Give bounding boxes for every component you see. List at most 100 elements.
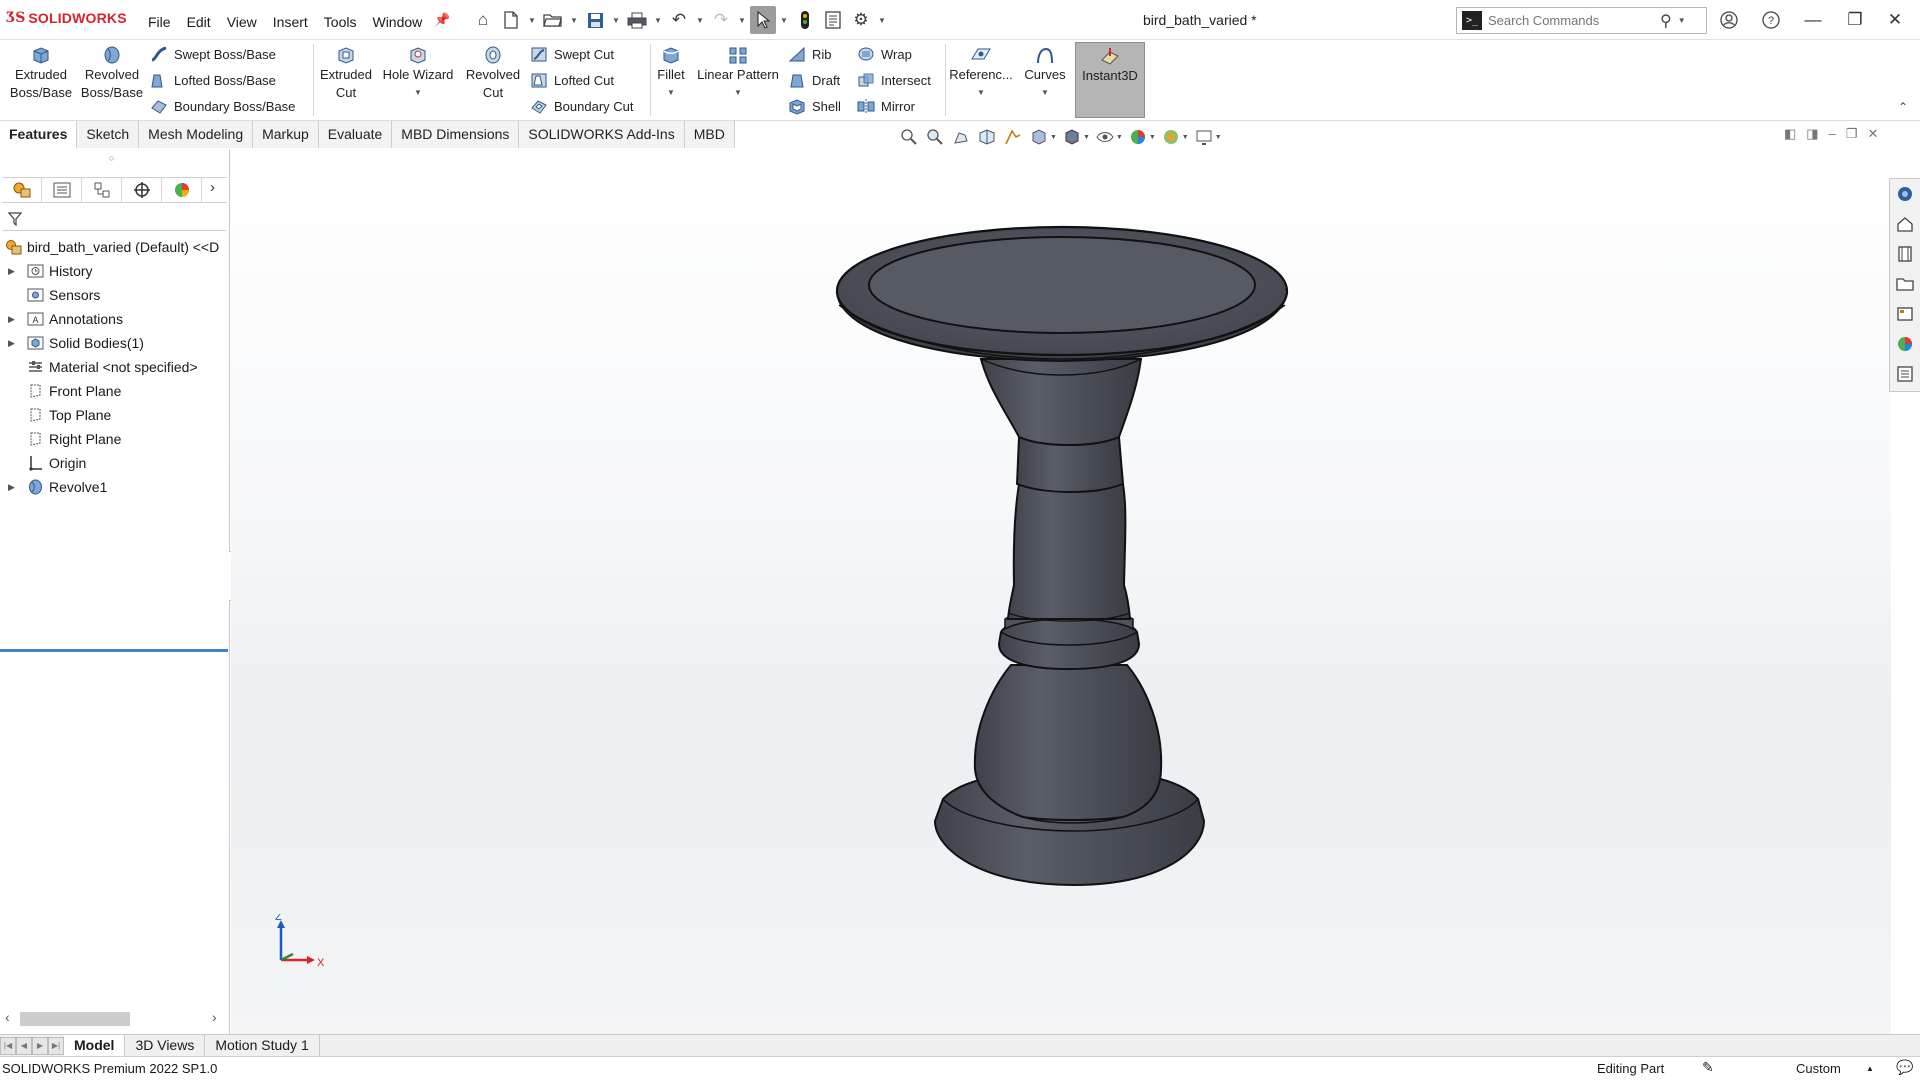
open-folder-icon[interactable] [540, 6, 566, 34]
first-tab-nav-icon[interactable]: |◀ [0, 1036, 16, 1055]
tab-evaluate[interactable]: Evaluate [318, 121, 393, 148]
menu-window[interactable]: Window [364, 0, 430, 40]
tree-item-sensors[interactable]: Sensors [0, 283, 228, 307]
expand-arrow-icon[interactable]: ▶ [8, 259, 15, 283]
tab-features[interactable]: Features [0, 121, 78, 148]
viewport-minimize-icon[interactable]: – [1829, 126, 1836, 142]
zoom-to-fit-icon[interactable] [898, 127, 920, 147]
view-orientation-dropdown-icon[interactable]: ▼ [1050, 134, 1057, 141]
mirror-button[interactable]: Mirror [857, 95, 915, 117]
lofted-boss-button[interactable]: Lofted Boss/Base [150, 69, 276, 91]
tree-item-solid-bodies[interactable]: ▶ Solid Bodies(1) [0, 331, 228, 355]
display-style-icon[interactable] [1061, 127, 1083, 147]
tab-solidworks-add-ins[interactable]: SOLIDWORKS Add-Ins [519, 121, 685, 148]
fillet-dropdown-icon[interactable]: ▼ [653, 84, 689, 102]
pin-menu-icon[interactable]: 📌 [434, 0, 450, 40]
print-icon[interactable] [624, 6, 650, 34]
search-commands-input[interactable] [1488, 13, 1658, 28]
menu-tools[interactable]: Tools [316, 0, 365, 40]
tab-model[interactable]: Model [64, 1035, 126, 1056]
undo-dropdown-icon[interactable]: ▼ [694, 16, 706, 25]
view-orientation-icon[interactable] [1028, 127, 1050, 147]
expand-arrow-icon[interactable]: ▶ [8, 475, 15, 499]
restore-window-icon[interactable]: ❐ [1838, 6, 1872, 34]
configuration-manager-tab[interactable] [82, 178, 122, 202]
tree-item-right-plane[interactable]: Right Plane [0, 427, 228, 451]
instant3d-button[interactable]: Instant3D [1075, 42, 1145, 118]
save-icon[interactable] [582, 6, 608, 34]
tab-mbd[interactable]: MBD [684, 121, 735, 148]
horizontal-scrollbar[interactable]: ‹ › [0, 1009, 228, 1029]
apply-scene-icon[interactable] [1160, 127, 1182, 147]
new-document-icon[interactable] [498, 6, 524, 34]
viewport-restore-icon[interactable]: ❐ [1846, 126, 1858, 142]
dim-xpert-manager-tab[interactable] [122, 178, 162, 202]
units-dropdown-icon[interactable]: ▲ [1866, 1064, 1874, 1073]
extruded-cut-button[interactable]: Extruded Cut [316, 43, 376, 102]
more-tabs-chevron-icon[interactable]: › [210, 179, 215, 196]
print-dropdown-icon[interactable]: ▼ [652, 16, 664, 25]
tree-root-part[interactable]: bird_bath_varied (Default) <<D [0, 235, 228, 259]
boundary-boss-button[interactable]: Boundary Boss/Base [150, 95, 295, 117]
extruded-boss-button[interactable]: Extruded Boss/Base [8, 43, 74, 102]
solidworks-resources-icon[interactable] [1890, 179, 1920, 209]
tree-item-top-plane[interactable]: Top Plane [0, 403, 228, 427]
boundary-cut-button[interactable]: Boundary Cut [530, 95, 634, 117]
tree-item-revolve1[interactable]: ▶ Revolve1 [0, 475, 228, 499]
last-tab-nav-icon[interactable]: ▶| [48, 1036, 64, 1055]
tab-markup[interactable]: Markup [253, 121, 319, 148]
new-dropdown-icon[interactable]: ▼ [526, 16, 538, 25]
rollback-bar[interactable] [0, 649, 228, 652]
split-view-left-icon[interactable]: ◧ [1784, 126, 1796, 142]
hide-show-items-icon[interactable] [1094, 127, 1116, 147]
property-manager-tab[interactable] [42, 178, 82, 202]
user-account-icon[interactable] [1712, 6, 1746, 34]
tree-item-history[interactable]: ▶ History [0, 259, 228, 283]
menu-file[interactable]: File [140, 0, 179, 40]
help-icon[interactable]: ? [1754, 6, 1788, 34]
file-explorer-icon[interactable] [1890, 269, 1920, 299]
view-settings-dropdown-icon[interactable]: ▼ [1215, 134, 1222, 141]
menu-view[interactable]: View [219, 0, 265, 40]
search-icon[interactable]: ⚲ [1660, 11, 1672, 31]
search-commands-box[interactable]: >_ ⚲ ▼ [1456, 7, 1707, 34]
options-dropdown-icon[interactable]: ▼ [876, 16, 888, 25]
zoom-to-area-icon[interactable] [924, 127, 946, 147]
home-task-pane-icon[interactable] [1890, 209, 1920, 239]
dynamic-annotation-icon[interactable] [1002, 127, 1024, 147]
tree-item-front-plane[interactable]: Front Plane [0, 379, 228, 403]
lofted-cut-button[interactable]: Lofted Cut [530, 69, 614, 91]
feature-manager-tree-tab[interactable] [2, 178, 42, 202]
close-window-icon[interactable]: ✕ [1878, 6, 1912, 34]
wrap-button[interactable]: Wrap [857, 43, 912, 65]
quick-tips-icon[interactable]: 💬 [1896, 1059, 1913, 1076]
edit-appearance-dropdown-icon[interactable]: ▼ [1149, 134, 1156, 141]
view-palette-icon[interactable] [1890, 299, 1920, 329]
swept-cut-button[interactable]: Swept Cut [530, 43, 614, 65]
previous-view-icon[interactable] [950, 127, 972, 147]
shell-button[interactable]: Shell [788, 95, 841, 117]
unit-system-selector[interactable]: Custom [1796, 1061, 1841, 1076]
rebuild-status-icon[interactable]: ✎ [1702, 1059, 1714, 1076]
viewport-close-icon[interactable]: ✕ [1867, 126, 1878, 142]
hole-wizard-dropdown-icon[interactable]: ▼ [380, 84, 456, 102]
tab-motion-study-1[interactable]: Motion Study 1 [205, 1035, 320, 1056]
intersect-button[interactable]: Intersect [857, 69, 931, 91]
solidworks-logo[interactable]: ƷS SOLIDWORKS [6, 10, 127, 26]
next-tab-nav-icon[interactable]: ▶ [32, 1036, 48, 1055]
edit-appearance-icon[interactable] [1127, 127, 1149, 147]
panel-grip-icon[interactable]: ○ [109, 153, 114, 163]
prev-tab-nav-icon[interactable]: ◀ [16, 1036, 32, 1055]
fillet-button[interactable]: Fillet ▼ [653, 43, 689, 102]
display-style-dropdown-icon[interactable]: ▼ [1083, 134, 1090, 141]
display-manager-tab[interactable] [162, 178, 202, 202]
menu-edit[interactable]: Edit [179, 0, 219, 40]
design-library-icon[interactable] [1890, 239, 1920, 269]
expand-arrow-icon[interactable]: ▶ [8, 307, 15, 331]
menu-insert[interactable]: Insert [265, 0, 316, 40]
curves-button[interactable]: Curves ▼ [1020, 43, 1070, 102]
minimize-window-icon[interactable]: — [1796, 6, 1830, 34]
tree-item-annotations[interactable]: ▶ A Annotations [0, 307, 228, 331]
apply-scene-dropdown-icon[interactable]: ▼ [1182, 134, 1189, 141]
tab-mbd-dimensions[interactable]: MBD Dimensions [392, 121, 520, 148]
